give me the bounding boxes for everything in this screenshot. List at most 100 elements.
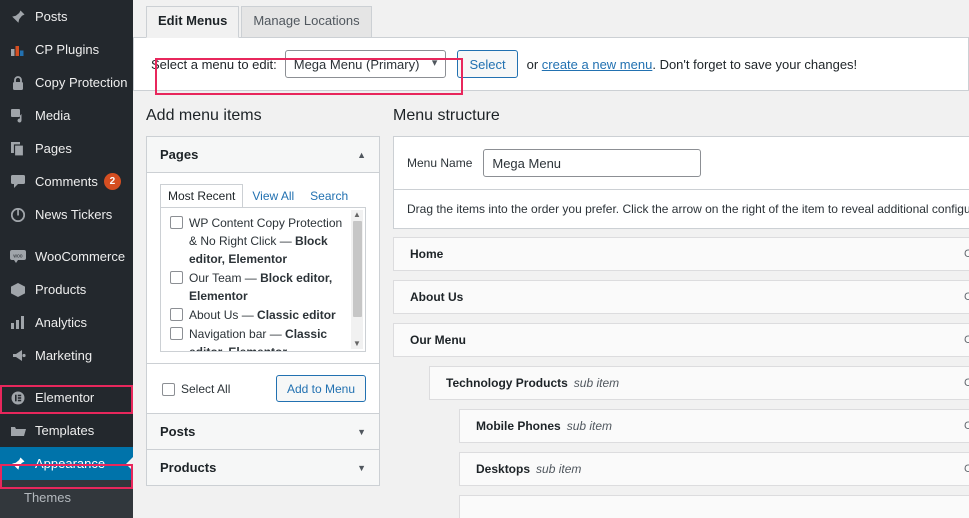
panel-products: Products ▼ <box>146 450 380 486</box>
scroll-up-icon[interactable]: ▲ <box>353 210 361 220</box>
nav-separator <box>0 372 133 381</box>
media-icon <box>7 106 29 126</box>
pages-tab-view-all[interactable]: View All <box>252 185 301 207</box>
page-item-checkbox[interactable] <box>170 327 183 340</box>
scroll-down-icon[interactable]: ▼ <box>353 339 361 349</box>
pages-panel-header[interactable]: Pages ▲ <box>147 137 379 173</box>
sidebar-item-label: Products <box>35 282 87 297</box>
admin-sidebar: Posts CP Plugins Copy Protection Media Pages… <box>0 0 133 518</box>
menu-item-right: Custom Link▼ <box>964 420 969 432</box>
menu-item-title: Desktops <box>476 462 531 476</box>
menu-name-input[interactable]: Mega Menu <box>483 149 702 177</box>
create-menu-prefix: or <box>526 56 542 72</box>
sidebar-item-copy-protection[interactable]: Copy Protection <box>0 66 133 99</box>
create-new-menu-link[interactable]: create a new menu <box>542 57 653 72</box>
submenu-item-themes[interactable]: Themes <box>0 485 133 512</box>
panel-header-products[interactable]: Products ▼ <box>147 450 379 485</box>
menu-name-value: Mega Menu <box>492 155 562 171</box>
sidebar-item-label: Templates <box>35 423 95 438</box>
submenu-item-customize[interactable]: Customize <box>0 512 133 518</box>
nav-tab-bar: Edit Menus Manage Locations <box>133 0 969 38</box>
menu-item[interactable]: Technology Products sub item Custom Link▼ <box>429 366 969 400</box>
pages-checklist[interactable]: WP Content Copy Protection & No Right Cl… <box>160 207 366 352</box>
pages-tab-most-recent[interactable]: Most Recent <box>160 184 244 208</box>
ticker-icon <box>7 205 29 225</box>
menu-item[interactable] <box>459 495 969 518</box>
pages-scrollbar[interactable]: ▲ ▼ <box>351 210 363 349</box>
menu-item-row[interactable]: About Us Custom Link▼ <box>393 280 969 314</box>
main-content: Edit Menus Manage Locations Select a menu… <box>133 0 969 518</box>
menu-item-type: Custom Link <box>963 291 969 303</box>
menu-item[interactable]: Home Custom Link▼ <box>393 237 969 271</box>
tab-edit-menus[interactable]: Edit Menus <box>146 6 240 38</box>
select-all-checkbox[interactable] <box>162 383 175 396</box>
menu-item-row[interactable]: Mobile Phones sub item Custom Link▼ <box>459 409 969 443</box>
svg-text:woo: woo <box>13 254 22 260</box>
sidebar-item-elementor[interactable]: Elementor <box>0 381 133 414</box>
add-to-menu-button[interactable]: Add to Menu <box>275 375 366 402</box>
menu-item-type: Custom Link <box>963 420 969 432</box>
select-all-wrapper[interactable]: Select All <box>160 381 230 396</box>
sidebar-item-label: Media <box>35 108 71 123</box>
tab-manage-locations[interactable]: Manage Locations <box>241 6 372 37</box>
sidebar-item-label: Comments <box>35 174 98 189</box>
menu-item-right: Custom Link▼ <box>964 334 969 346</box>
menu-item-title: Our Menu <box>410 333 466 347</box>
sidebar-item-comments[interactable]: Comments 2 <box>0 165 133 198</box>
scrollbar-thumb[interactable] <box>352 221 362 317</box>
menu-item-row[interactable]: Home Custom Link▼ <box>393 237 969 271</box>
sidebar-item-pages[interactable]: Pages <box>0 132 133 165</box>
sidebar-item-templates[interactable]: Templates <box>0 414 133 447</box>
select-menu-label: Select a menu to edit: <box>151 56 277 72</box>
menu-item-right: Custom Link▼ <box>964 291 969 303</box>
pages-icon <box>7 139 29 159</box>
menu-item[interactable]: Desktops sub item Custom Link▼ <box>459 452 969 486</box>
triangle-down-icon[interactable]: ▼ <box>357 427 366 437</box>
sidebar-item-analytics[interactable]: Analytics <box>0 306 133 339</box>
page-item-checkbox[interactable] <box>170 308 183 321</box>
plugins-icon <box>7 40 29 60</box>
pages-view-tabs: Most Recent View All Search <box>160 184 366 208</box>
menu-item[interactable]: About Us Custom Link▼ <box>393 280 969 314</box>
chart-bars-icon <box>7 313 29 333</box>
sidebar-item-news-tickers[interactable]: News Tickers <box>0 198 133 231</box>
menu-item-row[interactable]: Technology Products sub item Custom Link▼ <box>429 366 969 400</box>
page-checklist-item[interactable]: Our Team — Block editor, Elementor <box>168 269 349 305</box>
sidebar-item-appearance[interactable]: Appearance <box>0 447 133 480</box>
menu-select-dropdown[interactable]: Mega Menu (Primary) ▾ <box>284 50 447 78</box>
triangle-down-icon[interactable]: ▼ <box>357 463 366 473</box>
pin-icon <box>7 7 29 27</box>
create-menu-suffix: . Don't forget to save your changes! <box>652 56 858 72</box>
menu-item[interactable]: Our Menu Custom Link▼ <box>393 323 969 357</box>
page-item-checkbox[interactable] <box>170 216 183 229</box>
menu-item-row[interactable]: Our Menu Custom Link▼ <box>393 323 969 357</box>
menu-item-title: Mobile Phones <box>476 419 561 433</box>
select-button[interactable]: Select <box>457 50 518 78</box>
sidebar-item-label: News Tickers <box>35 207 113 222</box>
menu-item[interactable]: Mobile Phones sub item Custom Link▼ <box>459 409 969 443</box>
sidebar-item-woocommerce[interactable]: woo WooCommerce <box>0 240 133 273</box>
sidebar-item-cp-plugins[interactable]: CP Plugins <box>0 33 133 66</box>
sidebar-item-media[interactable]: Media <box>0 99 133 132</box>
sidebar-item-label: Appearance <box>35 456 106 471</box>
sidebar-item-label: CP Plugins <box>35 42 100 57</box>
page-item-label: WP Content Copy Protection & No Right Cl… <box>189 216 343 266</box>
sidebar-item-marketing[interactable]: Marketing <box>0 339 133 372</box>
page-checklist-item[interactable]: WP Content Copy Protection & No Right Cl… <box>168 214 349 268</box>
menu-item-type: Custom Link <box>963 463 969 475</box>
menu-settings-box: Menu Name Mega Menu Drag the items into … <box>393 136 969 229</box>
sidebar-item-posts[interactable]: Posts <box>0 0 133 33</box>
pages-tab-search[interactable]: Search <box>310 185 355 207</box>
menu-item-sub-label: sub item <box>536 462 582 476</box>
page-checklist-item[interactable]: Navigation bar — Classic editor, Element… <box>168 325 349 351</box>
page-item-checkbox[interactable] <box>170 271 183 284</box>
menu-name-label: Menu Name <box>407 156 473 170</box>
page-checklist-item[interactable]: About Us — Classic editor <box>168 306 349 324</box>
sidebar-item-products[interactable]: Products <box>0 273 133 306</box>
menu-item-row[interactable]: Desktops sub item Custom Link▼ <box>459 452 969 486</box>
triangle-up-icon[interactable]: ▲ <box>357 150 366 160</box>
menu-item-type: Custom Link <box>963 248 969 260</box>
lock-icon <box>7 73 29 93</box>
panel-header-posts[interactable]: Posts ▼ <box>147 414 379 449</box>
menu-item-row[interactable] <box>459 495 969 518</box>
